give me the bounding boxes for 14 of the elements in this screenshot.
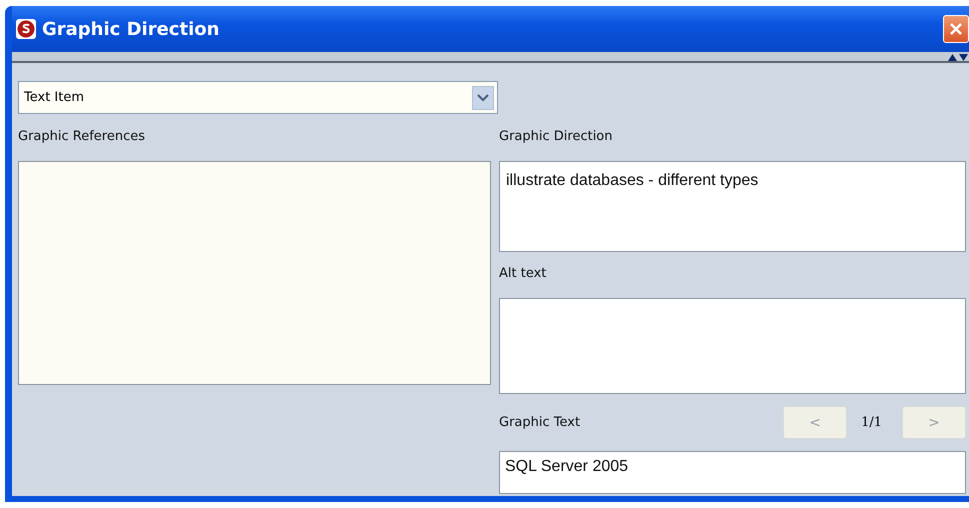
page-counter: 1/1 xyxy=(861,415,882,430)
field-label: Graphic References xyxy=(18,129,146,146)
field-label: Graphic Direction xyxy=(499,129,614,146)
field-label: Alt text xyxy=(499,266,548,283)
collapse-arrows-icon[interactable] xyxy=(947,53,969,61)
app-logo-icon xyxy=(16,19,36,39)
alt-text-area[interactable] xyxy=(499,298,966,394)
window-title: Graphic Direction xyxy=(42,18,220,40)
close-icon xyxy=(948,21,964,37)
type-dropdown[interactable]: Text Item xyxy=(18,81,498,114)
direction-text-area[interactable]: illustrate databases - different types xyxy=(499,161,966,252)
graphic-text-field[interactable]: SQL Server 2005 xyxy=(499,451,966,494)
close-button[interactable] xyxy=(943,15,969,43)
field-label: Graphic Text xyxy=(499,415,580,430)
